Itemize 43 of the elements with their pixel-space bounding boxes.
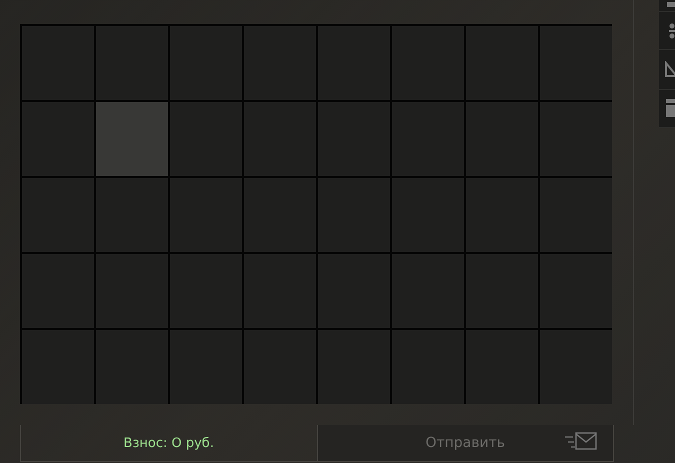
grid-cell[interactable] xyxy=(94,328,168,404)
grid-cell[interactable] xyxy=(316,100,390,176)
grid-cell[interactable] xyxy=(94,176,168,252)
grid-cell[interactable] xyxy=(168,252,242,328)
grid-cell[interactable] xyxy=(242,252,316,328)
grid-cell[interactable] xyxy=(538,328,612,404)
grid-cell[interactable] xyxy=(390,328,464,404)
fee-label: Взнос: О руб. xyxy=(124,436,214,450)
grid-cell[interactable] xyxy=(242,328,316,404)
grid-cell[interactable] xyxy=(168,24,242,100)
grid-cell[interactable] xyxy=(242,100,316,176)
box-icon[interactable] xyxy=(665,99,675,118)
grid-cell[interactable] xyxy=(20,252,94,328)
grid-cell[interactable] xyxy=(94,100,168,176)
grid-cell[interactable] xyxy=(464,328,538,404)
grid-cell[interactable] xyxy=(316,252,390,328)
grid-cell[interactable] xyxy=(316,176,390,252)
grid-cell[interactable] xyxy=(20,100,94,176)
grid-cell[interactable] xyxy=(538,24,612,100)
grid-cell[interactable] xyxy=(390,252,464,328)
grid-cell[interactable] xyxy=(464,176,538,252)
grid-cell[interactable] xyxy=(168,328,242,404)
grid-cell[interactable] xyxy=(242,176,316,252)
envelope-icon xyxy=(565,432,598,452)
grid-cell[interactable] xyxy=(464,100,538,176)
grid-cell[interactable] xyxy=(390,24,464,100)
grid-cell[interactable] xyxy=(94,24,168,100)
grid-cell[interactable] xyxy=(20,328,94,404)
grid-cell[interactable] xyxy=(168,100,242,176)
grid-cell[interactable] xyxy=(316,24,390,100)
grid-cell[interactable] xyxy=(20,176,94,252)
grid-cell[interactable] xyxy=(464,24,538,100)
grid-cell[interactable] xyxy=(20,24,94,100)
grid-cell[interactable] xyxy=(390,176,464,252)
grid-cell[interactable] xyxy=(538,100,612,176)
grid-cell[interactable] xyxy=(168,176,242,252)
grid-cell[interactable] xyxy=(94,252,168,328)
grid-cell[interactable] xyxy=(538,176,612,252)
grid-cell[interactable] xyxy=(390,100,464,176)
grid-cell[interactable] xyxy=(464,252,538,328)
grid-cell[interactable] xyxy=(538,252,612,328)
grid-cell[interactable] xyxy=(242,24,316,100)
grid-cell[interactable] xyxy=(316,328,390,404)
